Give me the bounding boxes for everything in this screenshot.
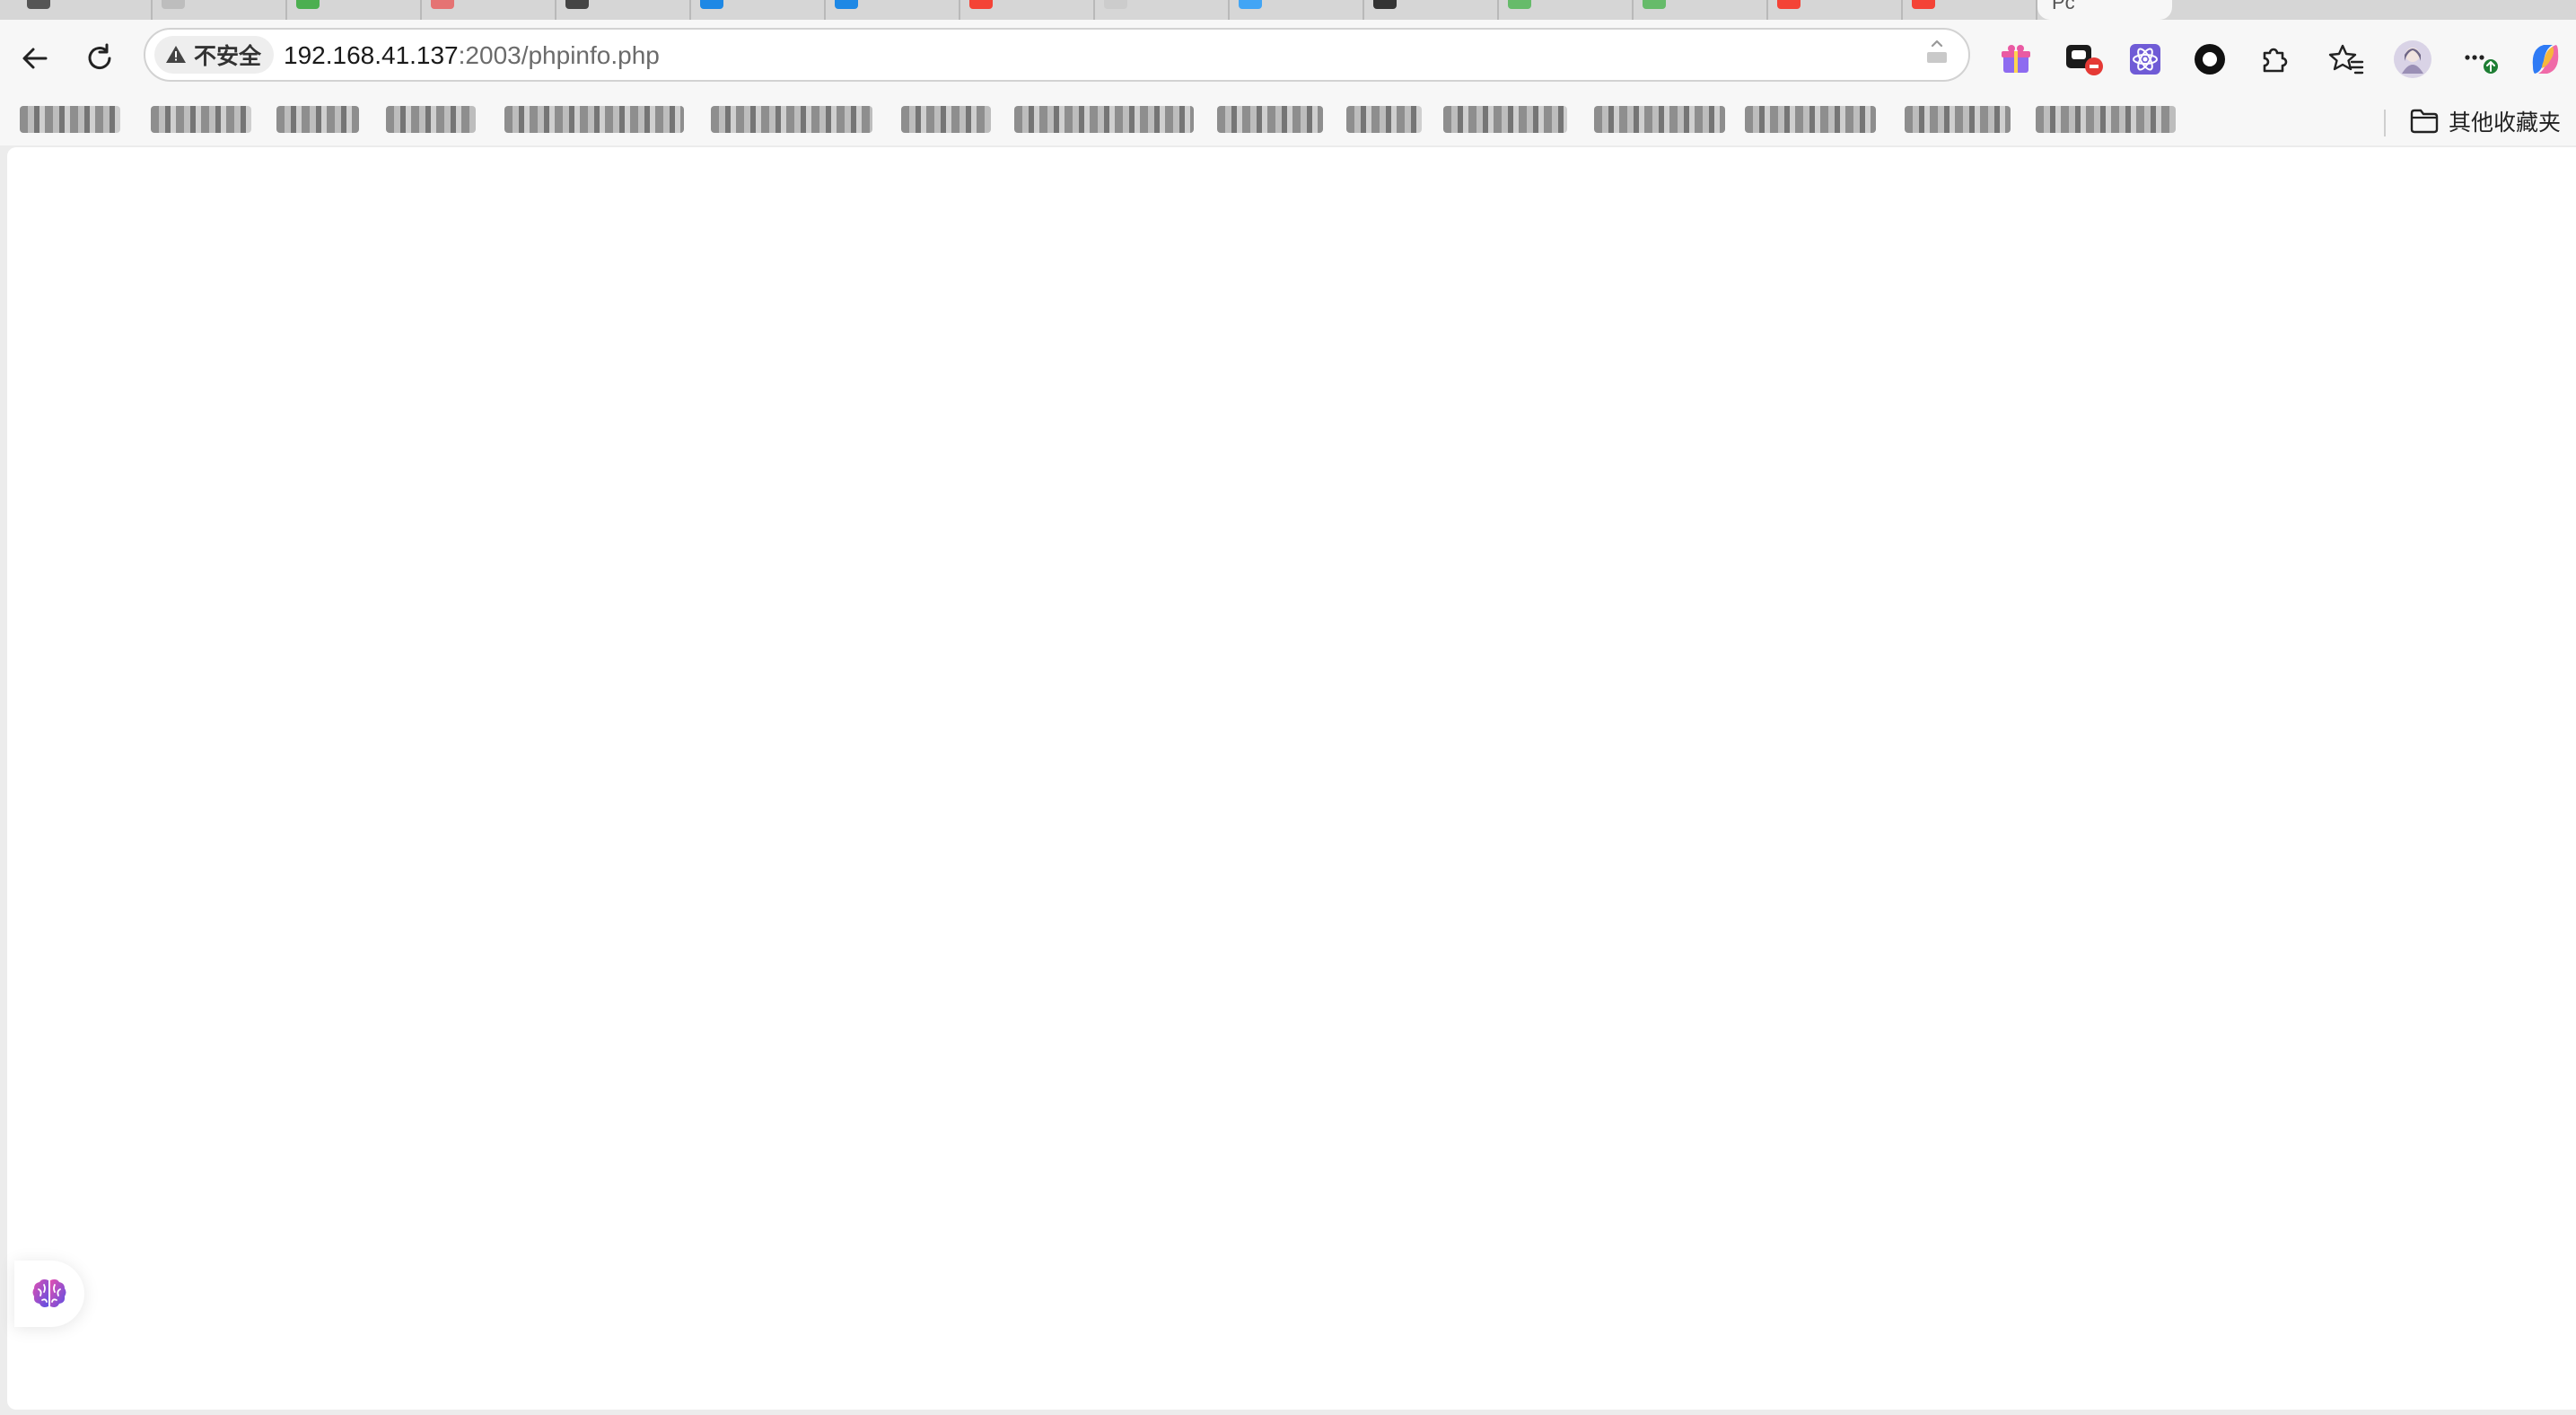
tab-12[interactable] <box>1499 0 1634 20</box>
tab-favicon <box>700 0 723 9</box>
bookmark-item[interactable] <box>1745 106 1876 133</box>
circle-extension-button[interactable] <box>2188 38 2231 81</box>
security-label: 不安全 <box>194 44 262 69</box>
browser-toolbar: 不安全 192.168.41.137:2003/phpinfo.php <box>0 20 2576 97</box>
tab-favicon <box>27 0 50 9</box>
security-indicator[interactable]: 不安全 <box>154 36 275 74</box>
bookmark-item[interactable] <box>20 106 120 133</box>
tab-8[interactable] <box>960 0 1095 20</box>
tab-10[interactable] <box>1230 0 1364 20</box>
bookmark-item[interactable] <box>1346 106 1422 133</box>
url-host: 192.168.41.137 <box>284 41 459 69</box>
bookmark-item[interactable] <box>2036 106 2176 133</box>
tab-3[interactable] <box>287 0 422 20</box>
copilot-icon <box>2532 45 2559 74</box>
bookmark-item[interactable] <box>1594 106 1725 133</box>
bookmark-item[interactable] <box>276 106 359 133</box>
tab-14[interactable] <box>1768 0 1903 20</box>
bookmark-item[interactable] <box>386 106 476 133</box>
circle-extension-icon <box>2195 44 2225 75</box>
tab-5[interactable] <box>556 0 691 20</box>
back-arrow-icon <box>22 48 48 69</box>
tab-favicon <box>1508 0 1531 9</box>
bookmark-item[interactable] <box>504 106 684 133</box>
more-menu-icon <box>2465 55 2498 74</box>
game-extension-icon <box>2066 45 2103 75</box>
back-button[interactable] <box>14 38 56 79</box>
tab-active[interactable]: Pc <box>2037 0 2172 20</box>
game-extension-button[interactable] <box>2063 38 2106 81</box>
tab-favicon <box>1239 0 1262 9</box>
profile-avatar-icon <box>2394 40 2431 78</box>
gift-extension-button[interactable] <box>1994 38 2037 81</box>
tab-7[interactable] <box>826 0 960 20</box>
reload-button[interactable] <box>79 38 120 79</box>
tab-13[interactable] <box>1634 0 1768 20</box>
more-menu-button[interactable] <box>2459 38 2502 81</box>
bookmark-item[interactable] <box>151 106 251 133</box>
brain-widget-icon <box>32 1279 66 1307</box>
bookmarks-separator <box>2384 110 2386 136</box>
tab-favicon <box>1777 0 1801 9</box>
bookmarks-bar: 其他收藏夹 <box>0 97 2576 145</box>
url-text[interactable]: 192.168.41.137:2003/phpinfo.php <box>284 41 660 70</box>
reload-icon <box>88 43 111 70</box>
tab-11[interactable] <box>1364 0 1499 20</box>
tab-favicon <box>296 0 320 9</box>
profile-button[interactable] <box>2391 38 2434 81</box>
bookmark-item[interactable] <box>1905 106 2011 133</box>
brain-assistant-widget[interactable] <box>14 1261 84 1327</box>
bookmark-item[interactable] <box>1014 106 1194 133</box>
puzzle-extensions-icon <box>2263 48 2288 73</box>
warning-triangle-icon <box>166 46 186 63</box>
tab-favicon <box>1643 0 1666 9</box>
tab-favicon <box>1912 0 1935 9</box>
tab-favicon <box>565 0 589 9</box>
address-bar[interactable]: 不安全 192.168.41.137:2003/phpinfo.php <box>144 28 1970 82</box>
tab-15[interactable] <box>1903 0 2037 20</box>
react-devtools-button[interactable] <box>2124 38 2167 81</box>
page-viewport[interactable] <box>7 147 2576 1410</box>
tab-favicon <box>969 0 993 9</box>
folder-icon <box>2410 109 2439 134</box>
tab-favicon <box>431 0 454 9</box>
react-devtools-icon <box>2130 44 2160 75</box>
bookmark-item[interactable] <box>1443 106 1567 133</box>
gift-extension-icon <box>2002 45 2030 73</box>
active-tab-title: Pc <box>2052 0 2075 13</box>
tab-2[interactable] <box>153 0 287 20</box>
tab-strip: Pc <box>0 0 2576 20</box>
other-bookmarks-label: 其他收藏夹 <box>2449 110 2562 136</box>
copilot-button[interactable] <box>2524 38 2567 81</box>
tab-9[interactable] <box>1095 0 1230 20</box>
favorites-button[interactable] <box>2325 38 2368 81</box>
browser-window: Pc 不安全 192.168.41.137:2003/phpinfo.php 其… <box>0 0 2576 1415</box>
tab-1[interactable] <box>18 0 153 20</box>
bookmark-item[interactable] <box>711 106 872 133</box>
other-bookmarks-folder[interactable]: 其他收藏夹 <box>2409 104 2561 138</box>
tab-6[interactable] <box>691 0 826 20</box>
tab-favicon <box>1373 0 1397 9</box>
tab-4[interactable] <box>422 0 556 20</box>
tab-favicon <box>835 0 858 9</box>
tab-favicon <box>1104 0 1127 9</box>
url-path: :2003/phpinfo.php <box>458 41 660 69</box>
extensions-button[interactable] <box>2253 38 2296 81</box>
read-aloud-icon[interactable] <box>1922 39 1952 69</box>
bookmark-item[interactable] <box>901 106 991 133</box>
favorites-star-icon <box>2328 44 2364 75</box>
tab-favicon <box>162 0 185 9</box>
bookmark-item[interactable] <box>1217 106 1323 133</box>
